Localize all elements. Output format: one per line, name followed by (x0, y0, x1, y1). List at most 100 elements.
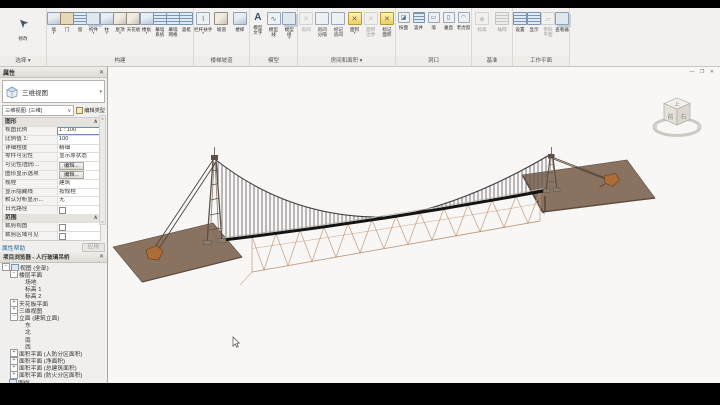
ribbon-button-模型组[interactable]: 模型组▾ (281, 10, 297, 56)
checkbox[interactable] (59, 224, 66, 231)
tree-item-南[interactable]: 南 (0, 335, 107, 342)
tree-item-标高 1[interactable]: 标高 1 (0, 285, 107, 292)
tree-item-东[interactable]: 东 (0, 321, 107, 328)
property-value[interactable]: 编辑... (57, 162, 100, 170)
ribbon-button-label: 轴网 (497, 27, 506, 32)
tree-item-场地[interactable]: 场地 (0, 278, 107, 285)
property-label: 显示隐藏线 (3, 189, 57, 197)
drawing-area[interactable]: — ❐ ✕ (108, 67, 720, 383)
property-value[interactable]: 按规程 (57, 189, 100, 197)
ribbon-button-查看器[interactable]: 查看器 (555, 10, 569, 56)
ribbon-button-面积边界[interactable]: ✕面积边界 (363, 10, 379, 56)
ribbon-button-label: 查看器 (555, 27, 569, 32)
collapse-icon[interactable]: − (10, 313, 18, 321)
properties-scrollbar[interactable]: ∧ v (99, 115, 106, 225)
tree-item-北[interactable]: 北 (0, 328, 107, 335)
edit-button[interactable]: 编辑... (59, 162, 84, 170)
property-value[interactable] (57, 232, 100, 240)
viewcube[interactable]: 上 前 右 (652, 98, 702, 136)
ribbon-button-楼板[interactable]: 楼板▾ (140, 10, 153, 56)
ribbon-button-门[interactable]: 门 (60, 10, 73, 56)
dropdown-arrow-icon: ▾ (288, 37, 290, 41)
column-icon (100, 12, 114, 25)
ribbon-button-柱[interactable]: 柱▾ (100, 10, 113, 56)
properties-header: 属性 ✕ (0, 67, 107, 78)
ribbon-panel-title[interactable]: 洞口 (396, 56, 471, 66)
type-selector-dropdown-icon[interactable]: ▾ (99, 89, 102, 95)
ribbon-panel-title[interactable]: 楼梯坡道 (194, 56, 249, 66)
ribbon-button-墙[interactable]: 墙▾ (47, 10, 60, 56)
ribbon-button-坡道[interactable]: 坡道 (212, 10, 230, 56)
property-value[interactable]: 建筑 (57, 180, 100, 188)
ribbon-button-幕墙系统[interactable]: 幕墙系统 (153, 10, 166, 56)
ribbon-button-按面[interactable]: ◪按面 (396, 10, 411, 56)
ribbon-button-模型文字[interactable]: A模型文字 (250, 10, 266, 56)
ribbon-button-label: 楼梯 (235, 27, 244, 32)
level-icon: ◆ (475, 12, 489, 25)
ribbon-button-老虎窗[interactable]: ◠老虎窗 (456, 10, 471, 56)
edit-type-button[interactable]: 编辑类型 (76, 107, 105, 114)
type-selector-label: 三维视图 (22, 87, 48, 97)
property-value[interactable] (57, 206, 100, 214)
ribbon-panel-title[interactable]: 构建 (47, 56, 193, 66)
tree-item-立面 (建筑立面)[interactable]: −立面 (建筑立面) (0, 314, 107, 321)
ribbon-button-构件[interactable]: 构件▾ (87, 10, 100, 56)
checkbox[interactable] (59, 207, 66, 214)
ribbon-panel-构建: 墙▾门窗构件▾柱▾屋顶▾天花板楼板▾幕墙系统幕墙网格竖梃构建 (47, 8, 194, 66)
ribbon-button-房间[interactable]: ✕房间 (298, 10, 314, 56)
view-window-controls[interactable]: — ❐ ✕ (690, 69, 716, 75)
ribbon-button-墙[interactable]: ▭墙 (426, 10, 441, 56)
ribbon-button-垂直[interactable]: ▯垂直 (441, 10, 456, 56)
ribbon-panel-title[interactable]: 房间和面积 ▾ (298, 56, 395, 66)
ribbon-button-房间分隔[interactable]: 房间分隔 (314, 10, 330, 56)
property-value[interactable] (57, 223, 100, 231)
ribbon-button-设置[interactable]: 设置 (513, 10, 527, 56)
checkbox[interactable] (59, 233, 66, 240)
property-value[interactable]: 精细 (57, 145, 100, 153)
property-section-图形[interactable]: 图形∧ (3, 118, 100, 126)
ribbon-button-标高[interactable]: ◆标高 (472, 10, 492, 56)
ribbon-button-参照平面[interactable]: ▱参照平面 (541, 10, 555, 56)
ribbon-button-栏杆扶手[interactable]: ⌇栏杆扶手▾ (194, 10, 212, 56)
collapse-icon[interactable]: − (2, 263, 10, 271)
project-browser-close-icon[interactable]: ✕ (99, 253, 104, 260)
ribbon-button-幕墙网格[interactable]: 幕墙网格 (166, 10, 179, 56)
scroll-up-icon[interactable]: ∧ (101, 116, 104, 121)
ribbon-button-竖井[interactable]: 竖井 (411, 10, 426, 56)
property-value[interactable]: 1 : 100 (57, 127, 100, 135)
property-value[interactable]: 编辑... (57, 171, 100, 179)
properties-help-link[interactable]: 属性帮助 (2, 243, 25, 252)
scroll-down-icon[interactable]: v (102, 219, 104, 224)
ribbon-panel-title[interactable]: 工作平面 (513, 56, 569, 66)
ribbon-button-面积[interactable]: ✕面积▾ (347, 10, 363, 56)
ribbon-button-显示[interactable]: 显示 (527, 10, 541, 56)
room-separator-icon (315, 12, 329, 25)
ribbon-button-窗[interactable]: 窗 (74, 10, 87, 56)
ribbon-button-标记面积[interactable]: ✕标记面积 (379, 10, 395, 56)
property-value[interactable]: 无 (57, 197, 100, 205)
collapse-icon[interactable]: − (10, 270, 18, 278)
properties-close-icon[interactable]: ✕ (99, 69, 104, 76)
ribbon-panel-title[interactable]: 模型 (250, 56, 297, 66)
ribbon-button-标记房间[interactable]: 标记房间 (330, 10, 346, 56)
ribbon-button-楼梯[interactable]: 楼梯 (231, 10, 249, 56)
tree-item-面积平面 (防火分区面积)[interactable]: +面积平面 (防火分区面积) (0, 371, 107, 378)
ribbon-button-修改[interactable]: ➤修改 (0, 10, 46, 56)
property-value[interactable]: 100 (57, 136, 100, 144)
property-value[interactable]: 显示原状态 (57, 153, 100, 161)
bridge-3d-model[interactable]: 上 前 右 (108, 67, 720, 383)
ribbon-button-轴网[interactable]: 轴网 (492, 10, 512, 56)
ribbon-panel-title[interactable]: 基准 (472, 56, 512, 66)
type-selector[interactable]: 三维视图 ▾ (2, 80, 105, 103)
view-combo[interactable]: 三维视图: {三维} ∨ (2, 105, 74, 116)
edit-button[interactable]: 编辑... (59, 171, 84, 179)
ribbon-button-天花板[interactable]: 天花板 (127, 10, 140, 56)
ribbon-button-模型线[interactable]: ∿模型线 (266, 10, 282, 56)
tree-item-楼层平面[interactable]: −楼层平面 (0, 271, 107, 278)
property-row-裁剪区域可见: 裁剪区域可见 (3, 231, 100, 240)
apply-button[interactable]: 应用 (82, 243, 105, 252)
property-section-范围[interactable]: 范围∧ (3, 214, 100, 222)
ribbon-button-屋顶[interactable]: 屋顶▾ (113, 10, 126, 56)
ribbon-panel-title[interactable]: 选择 ▾ (0, 56, 46, 66)
ribbon-button-竖梃[interactable]: 竖梃 (180, 10, 193, 56)
